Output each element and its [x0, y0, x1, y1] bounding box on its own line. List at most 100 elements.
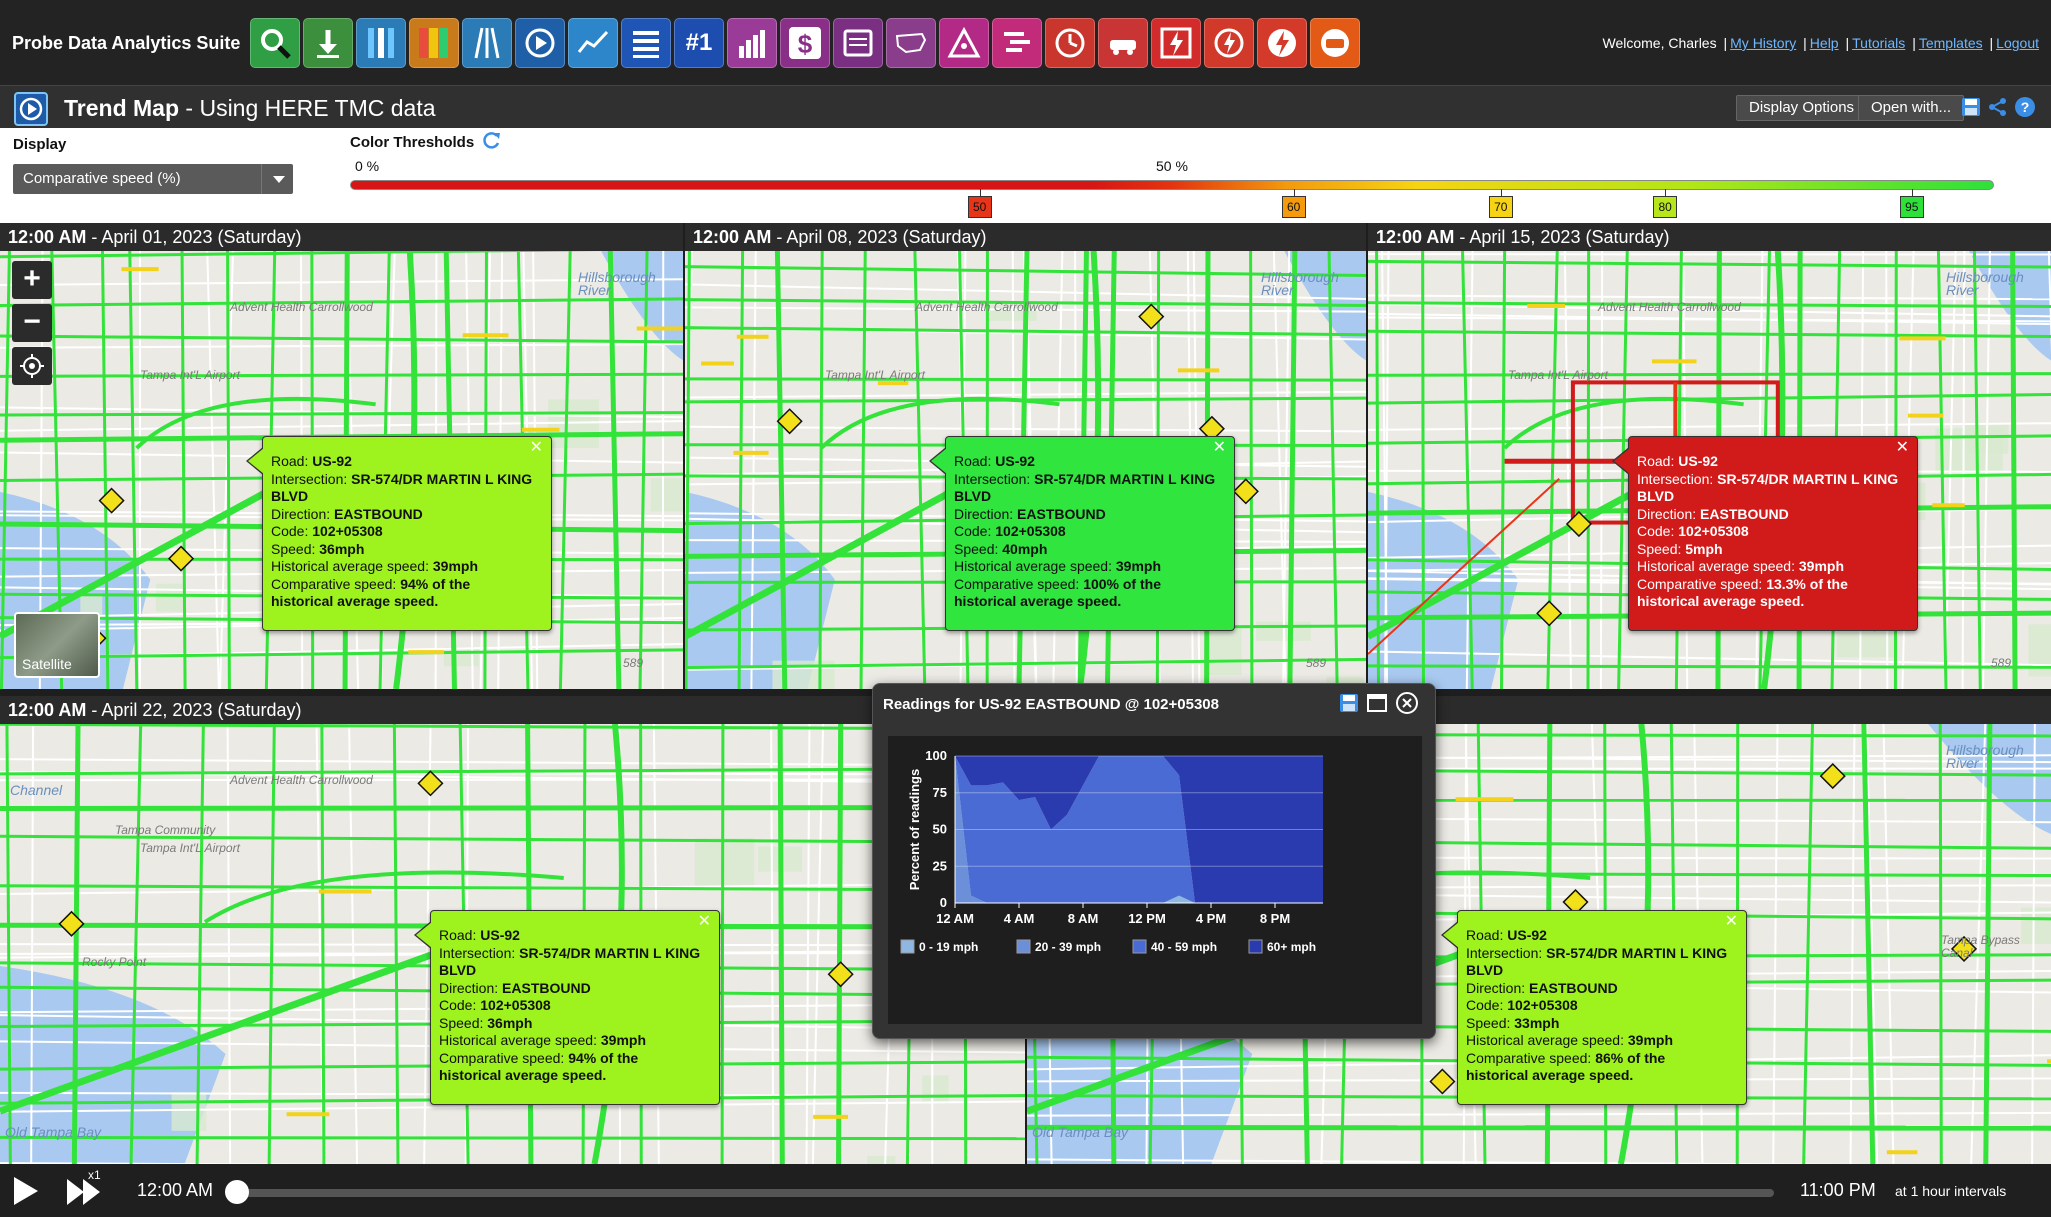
map-place-label: Tampa Int'L Airport [140, 368, 240, 382]
svg-text:?: ? [2021, 99, 2030, 115]
user-delay-cost-tool[interactable]: $ [780, 18, 830, 68]
download-tool[interactable] [303, 18, 353, 68]
map-place-label: Tampa Bypass Canal [1941, 933, 2020, 960]
list-tool[interactable] [621, 18, 671, 68]
popup-intersection: Intersection: SR-574/DR MARTIN L KING BL… [954, 470, 1216, 505]
timeline-tool[interactable] [992, 18, 1042, 68]
threshold-marker[interactable]: 95 [1899, 189, 1924, 218]
popup-intersection: Intersection: SR-574/DR MARTIN L KING BL… [1466, 944, 1728, 979]
map-place-label: Advent Health Carrollwood [230, 300, 373, 314]
threshold-marker[interactable]: 80 [1653, 189, 1678, 218]
road-lines-icon [474, 27, 500, 59]
maximize-icon[interactable] [1366, 692, 1388, 714]
event-tool[interactable] [1151, 18, 1201, 68]
open-with-button[interactable]: Open with... [1858, 95, 1965, 121]
popup-speed: Speed: 40mph [954, 540, 1048, 557]
close-icon[interactable]: ✕ [1213, 439, 1226, 457]
reset-thresholds-icon[interactable] [482, 130, 502, 150]
speed-tool[interactable] [1204, 18, 1254, 68]
trend-map-tool[interactable] [515, 18, 565, 68]
national-map-tool[interactable] [886, 18, 936, 68]
threshold-marker[interactable]: 70 [1488, 189, 1513, 218]
congestion-scan-tool[interactable] [356, 18, 406, 68]
help-icon[interactable]: ? [2014, 96, 2036, 118]
bottleneck-tool[interactable] [409, 18, 459, 68]
locate-button[interactable] [12, 347, 52, 385]
panel-header: 12:00 AM - April 08, 2023 (Saturday) [685, 223, 1366, 251]
threshold-marker[interactable]: 60 [1281, 189, 1306, 218]
download-icon [317, 30, 339, 58]
play-icon[interactable] [12, 1176, 40, 1206]
my-history-link[interactable]: My History [1730, 35, 1796, 51]
timeline-slider-handle[interactable] [225, 1180, 249, 1204]
segment-info-popup[interactable]: ✕ Road: US-92 Intersection: SR-574/DR MART… [414, 910, 720, 1105]
timeline-icon [1004, 32, 1030, 52]
popup-road: Road: US-92 [1466, 927, 1547, 943]
close-icon[interactable]: ✕ [530, 439, 543, 457]
y-tick-label: 75 [933, 785, 947, 800]
popup-historical-speed: Historical average speed: 39mph [1466, 1032, 1673, 1048]
map-place-label: Tampa Int'L Airport [1508, 368, 1608, 382]
dollar-icon: $ [789, 27, 821, 59]
popup-code: Code: 102+05308 [954, 523, 1066, 539]
segment-info-popup[interactable]: ✕ Road: US-92 Intersection: SR-574/DR MART… [1441, 910, 1747, 1105]
color-scale-bar [350, 180, 1994, 190]
segment-info-popup[interactable]: ✕ Road: US-92 Intersection: SR-574/DR MART… [1612, 436, 1918, 631]
x-tick-label: 8 AM [1068, 911, 1099, 926]
search-tool[interactable] [250, 18, 300, 68]
ranking-tool[interactable]: #1 [674, 18, 724, 68]
help-link[interactable]: Help [1810, 35, 1839, 51]
performance-chart-tool[interactable] [568, 18, 618, 68]
vehicle-tool[interactable] [1310, 18, 1360, 68]
clock-tool[interactable] [1045, 18, 1095, 68]
popup-comparative-speed: Comparative speed: 94% of the [271, 575, 471, 592]
segment-info-popup[interactable]: ✕ Road: US-92 Intersection: SR-574/DR MART… [246, 436, 552, 631]
timeline-slider[interactable] [232, 1189, 1774, 1197]
logout-link[interactable]: Logout [1996, 35, 2039, 51]
zoom-out-button[interactable]: − [12, 304, 52, 342]
colored-grid-icon [419, 28, 448, 58]
fast-forward-icon[interactable] [66, 1178, 102, 1206]
close-icon[interactable]: ✕ [698, 913, 711, 931]
incident-tool[interactable] [1098, 18, 1148, 68]
svg-text:$: $ [798, 29, 813, 59]
title-bar: Trend Map - Using HERE TMC data Display … [0, 85, 2051, 128]
x-tick-label: 4 PM [1196, 911, 1226, 926]
alert-tool[interactable] [1257, 18, 1307, 68]
close-icon[interactable] [1395, 691, 1419, 715]
map-canvas[interactable]: Hillsborough River Tampa Int'L Airport Adv… [685, 251, 1366, 689]
report-icon [843, 29, 873, 57]
zoom-in-button[interactable]: + [12, 261, 52, 299]
legend-swatch [900, 939, 915, 954]
save-icon[interactable] [1338, 692, 1360, 714]
close-icon[interactable]: ✕ [1725, 913, 1738, 931]
display-select[interactable]: Comparative speed (%) [13, 164, 293, 194]
map-canvas[interactable]: Hillsborough River Tampa Int'L Airport Adv… [1368, 251, 2051, 689]
display-options-button[interactable]: Display Options [1736, 95, 1868, 121]
end-time-label: 11:00 PM [1800, 1180, 1876, 1200]
share-icon[interactable] [1987, 96, 2009, 118]
map-place-label: 589 [1991, 656, 2012, 670]
top-bar: Probe Data Analytics Suite #1 $ Welcome, … [0, 0, 2051, 85]
report-tool[interactable] [833, 18, 883, 68]
segment-info-popup[interactable]: ✕ Road: US-92 Intersection: SR-574/DR MART… [929, 436, 1235, 631]
x-tick-label: 12 PM [1128, 911, 1166, 926]
templates-link[interactable]: Templates [1919, 35, 1983, 51]
bar-chart-tool[interactable] [727, 18, 777, 68]
tutorials-link[interactable]: Tutorials [1852, 35, 1905, 51]
map-panel-apr15: 12:00 AM - April 15, 2023 (Saturday) Hil… [1368, 223, 2051, 689]
user-menu: Welcome, Charles | My History | Help | Tuto… [1602, 35, 2039, 51]
map-place-label: Advent Health Carrollwood [230, 773, 373, 787]
usa-map-icon [895, 32, 927, 54]
threshold-marker[interactable]: 50 [967, 189, 992, 218]
map-canvas[interactable]: Hillsborough River Tampa Int'L Airport Adv… [0, 251, 683, 689]
close-icon[interactable]: ✕ [1896, 439, 1909, 457]
popup-comparative-speed-cont: historical average speed. [1466, 1067, 1634, 1083]
popup-direction: Direction: EASTBOUND [271, 505, 423, 522]
map-place-label: Advent Health Carrollwood [1598, 300, 1741, 314]
playback-bar: x1 12:00 AM 11:00 PM at 1 hour intervals [0, 1164, 2051, 1217]
satellite-toggle-button[interactable]: Satellite [14, 612, 100, 678]
trend-tool[interactable] [462, 18, 512, 68]
save-icon[interactable] [1960, 96, 1982, 118]
analysis-tool[interactable] [939, 18, 989, 68]
